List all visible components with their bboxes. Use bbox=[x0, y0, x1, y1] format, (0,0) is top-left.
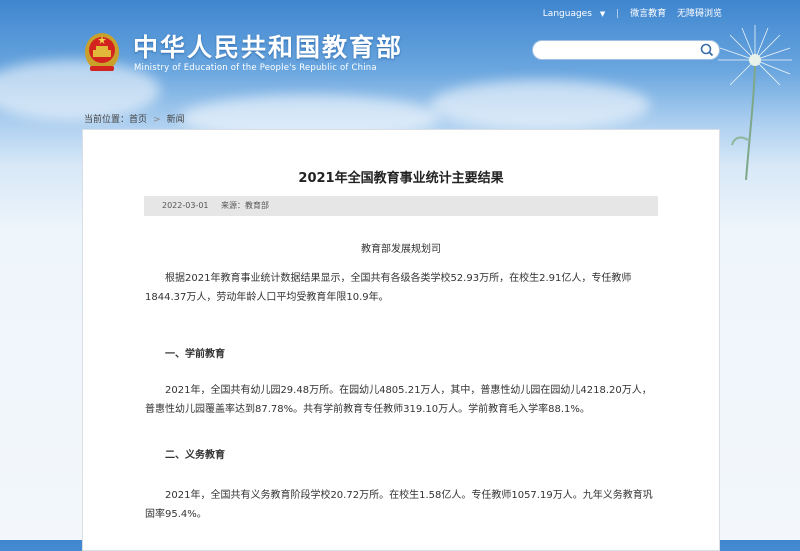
search-box[interactable] bbox=[532, 40, 720, 63]
breadcrumb-prefix: 当前位置： bbox=[84, 115, 130, 125]
site-title[interactable]: 中华人民共和国教育部 bbox=[133, 28, 403, 64]
breadcrumb-home-link[interactable]: 首页 bbox=[129, 115, 147, 125]
article-intro-paragraph: 根据2021年教育事业统计数据结果显示，全国共有各级各类学校52.93万所，在校… bbox=[145, 273, 632, 303]
top-links: Languages ▼ | 微言教育 无障碍浏览 bbox=[527, 6, 722, 19]
languages-link[interactable]: Languages ▼ bbox=[535, 9, 606, 19]
article-meta-bar: 2022-03-01 来源：教育部 bbox=[144, 196, 658, 216]
accessible-browsing-link[interactable]: 无障碍浏览 bbox=[677, 9, 722, 19]
cloud-decoration bbox=[430, 80, 650, 130]
divider: | bbox=[616, 9, 620, 19]
weibo-link[interactable]: 微言教育 bbox=[630, 9, 666, 19]
dandelion-decoration bbox=[718, 25, 792, 180]
article-department: 教育部发展规划司 bbox=[361, 244, 441, 255]
languages-label: Languages bbox=[542, 9, 592, 19]
breadcrumb-news-link[interactable]: 新闻 bbox=[167, 115, 185, 125]
article-paragraph-compulsory: 2021年，全国共有义务教育阶段学校20.72万所。在校生1.58亿人。专任教师… bbox=[145, 490, 653, 520]
article-source: 来源：教育部 bbox=[221, 201, 270, 210]
article-paragraph-preschool: 2021年，全国共有幼儿园29.48万所。在园幼儿4805.21万人，其中，普惠… bbox=[145, 385, 652, 415]
site-subtitle: Ministry of Education of the People's Re… bbox=[134, 63, 377, 73]
national-emblem-icon bbox=[85, 33, 119, 71]
article-card: 2021年全国教育事业统计主要结果 2022-03-01 来源：教育部 教育部发… bbox=[82, 129, 720, 551]
chevron-down-icon: ▼ bbox=[599, 10, 606, 18]
breadcrumb: 当前位置：首页 > 新闻 bbox=[84, 112, 185, 125]
breadcrumb-separator: > bbox=[153, 115, 161, 125]
search-input[interactable] bbox=[541, 44, 705, 63]
section-heading-preschool: 一、学前教育 bbox=[165, 349, 225, 360]
article-title: 2021年全国教育事业统计主要结果 bbox=[298, 171, 504, 186]
section-heading-compulsory: 二、义务教育 bbox=[165, 450, 225, 461]
article-date: 2022-03-01 bbox=[162, 201, 209, 210]
